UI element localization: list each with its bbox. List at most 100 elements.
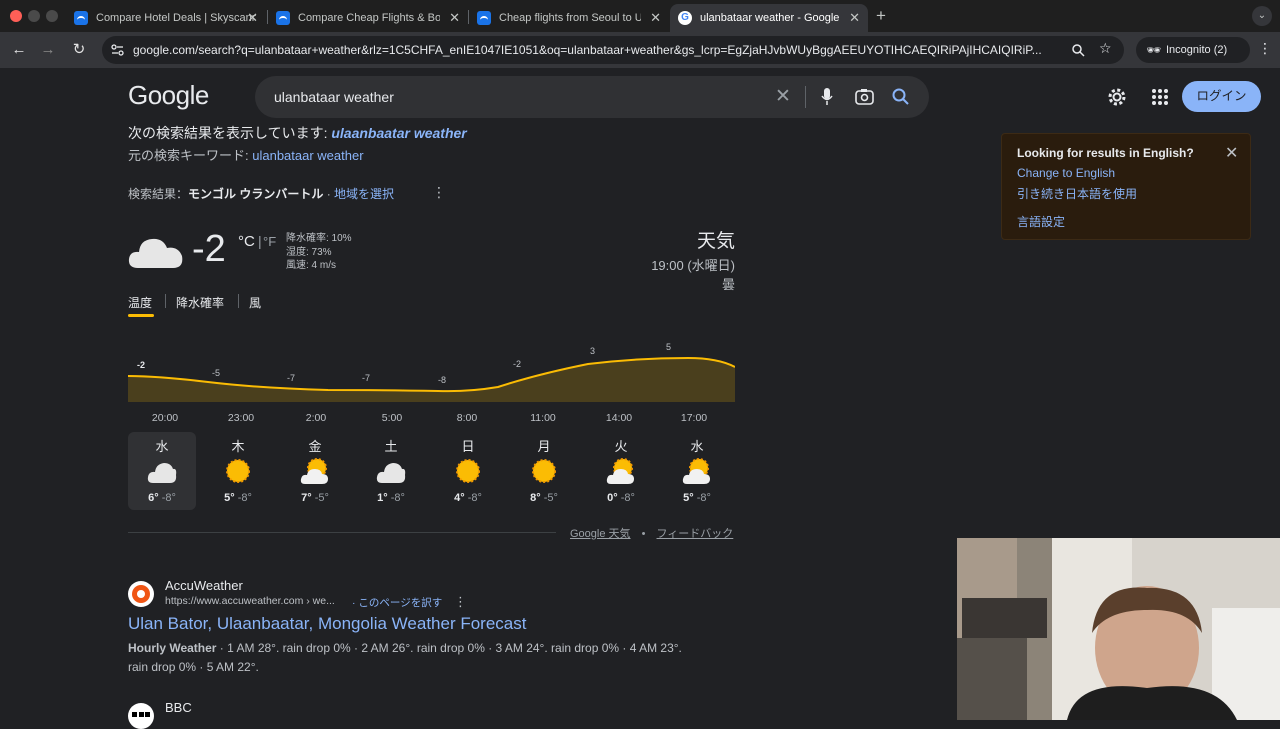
bookmark-star-icon[interactable]: ☆ bbox=[1099, 40, 1112, 57]
search-box[interactable]: ulanbataar weather ✕ bbox=[255, 76, 929, 118]
day-name: 日 bbox=[461, 439, 475, 454]
result-title-link[interactable]: Ulan Bator, Ulaanbaatar, Mongolia Weathe… bbox=[128, 614, 526, 634]
location-line: 検索結果：モンゴル ウランバートル · 地域を選択 bbox=[128, 185, 394, 202]
close-tab-icon[interactable]: ✕ bbox=[449, 10, 460, 26]
chart-label: -2 bbox=[137, 360, 145, 370]
continue-japanese-link[interactable]: 引き続き日本語を使用 bbox=[1017, 185, 1137, 202]
skyscanner-icon bbox=[74, 11, 88, 25]
result-url[interactable]: https://www.accuweather.com › we... bbox=[165, 595, 335, 607]
close-tab-icon[interactable]: ✕ bbox=[849, 10, 860, 26]
incognito-icon: 🕶 bbox=[1146, 43, 1162, 57]
day-low: -8° bbox=[620, 492, 635, 504]
day-name: 土 bbox=[384, 439, 398, 454]
browser-menu-icon[interactable]: ⋮ bbox=[1258, 40, 1272, 57]
clear-search-icon[interactable]: ✕ bbox=[775, 85, 791, 108]
tab-temperature[interactable]: 温度 bbox=[128, 294, 152, 311]
day-temps: 8° -5° bbox=[510, 492, 578, 504]
login-button[interactable]: ログイン bbox=[1182, 81, 1261, 112]
maximize-window-icon[interactable] bbox=[46, 10, 58, 22]
google-apps-icon[interactable] bbox=[1152, 89, 1168, 105]
tab-skyscanner-seoul[interactable]: Cheap flights from Seoul to U ✕ bbox=[469, 4, 669, 32]
close-tab-icon[interactable]: ✕ bbox=[650, 10, 661, 26]
accuweather-favicon bbox=[128, 581, 154, 607]
reload-icon[interactable]: ↻ bbox=[68, 39, 90, 61]
close-popup-icon[interactable]: ✕ bbox=[1225, 143, 1238, 163]
forecast-day[interactable]: 水 6° -8° bbox=[128, 432, 196, 510]
day-high: 4° bbox=[454, 492, 465, 504]
sunny-icon bbox=[226, 459, 250, 483]
incognito-indicator[interactable]: 🕶 Incognito (2) bbox=[1136, 37, 1250, 63]
result-snippet: Hourly Weather · 1 AM 28°. rain drop 0% … bbox=[128, 639, 738, 677]
current-temperature: -2 bbox=[192, 228, 226, 270]
day-high: 5° bbox=[224, 492, 235, 504]
result-options-icon[interactable]: ⋮ bbox=[454, 594, 467, 610]
celsius-toggle[interactable]: °C bbox=[238, 233, 255, 250]
result-site-name[interactable]: AccuWeather bbox=[165, 578, 243, 593]
forecast-day[interactable]: 日 4° -8° bbox=[434, 432, 502, 510]
day-name: 月 bbox=[537, 439, 551, 454]
chart-label: -7 bbox=[362, 373, 370, 383]
language-popup: Looking for results in English? ✕ Change… bbox=[1001, 133, 1251, 240]
fahrenheit-toggle[interactable]: °F bbox=[263, 234, 276, 249]
lens-search-icon[interactable] bbox=[855, 88, 874, 105]
settings-gear-icon[interactable] bbox=[1106, 86, 1128, 108]
unit-separator: | bbox=[258, 233, 262, 249]
back-icon[interactable]: ← bbox=[8, 39, 30, 61]
forecast-day[interactable]: 土 1° -8° bbox=[357, 432, 425, 510]
snippet-text: · 1 AM 28°. rain drop 0% · 2 AM 26°. rai… bbox=[216, 641, 682, 655]
new-tab-icon[interactable]: + bbox=[876, 6, 886, 26]
change-to-english-link[interactable]: Change to English bbox=[1017, 166, 1115, 180]
cloudy-icon bbox=[376, 463, 406, 483]
address-bar[interactable]: google.com/search?q=ulanbataar+weather&r… bbox=[102, 36, 1124, 64]
day-temps: 4° -8° bbox=[434, 492, 502, 504]
day-temps: 1° -8° bbox=[357, 492, 425, 504]
voice-search-icon[interactable] bbox=[821, 88, 833, 106]
minimize-window-icon[interactable] bbox=[28, 10, 40, 22]
more-options-icon[interactable]: ⋮ bbox=[432, 184, 446, 201]
day-name: 水 bbox=[690, 439, 704, 454]
day-low: -8° bbox=[237, 492, 252, 504]
close-tab-icon[interactable]: ✕ bbox=[247, 10, 258, 26]
tab-skyscanner-flights[interactable]: Compare Cheap Flights & Book ✕ bbox=[268, 4, 468, 32]
precipitation-text: 降水確率: 10% bbox=[286, 233, 352, 244]
skyscanner-icon bbox=[276, 11, 290, 25]
zoom-icon[interactable] bbox=[1072, 44, 1085, 57]
day-name: 水 bbox=[155, 439, 169, 454]
feedback-link[interactable]: フィードバック bbox=[657, 528, 734, 540]
day-high: 8° bbox=[530, 492, 541, 504]
google-logo[interactable]: Google bbox=[128, 80, 209, 111]
chart-label: -2 bbox=[513, 359, 521, 369]
forecast-day[interactable]: 木 5° -8° bbox=[204, 432, 272, 510]
original-query-link[interactable]: ulanbataar weather bbox=[252, 148, 363, 163]
translate-page-link[interactable]: · このページを訳す bbox=[352, 595, 442, 610]
forecast-day[interactable]: 金 7° -5° bbox=[281, 432, 349, 510]
day-low: -5° bbox=[314, 492, 329, 504]
hour-label: 8:00 bbox=[456, 412, 478, 424]
tab-precipitation[interactable]: 降水確率 bbox=[176, 294, 224, 311]
tab-search-icon[interactable]: ⌄ bbox=[1252, 6, 1272, 26]
forecast-day[interactable]: 火 0° -8° bbox=[587, 432, 655, 510]
tab-wind[interactable]: 風 bbox=[249, 294, 261, 311]
day-low: -8° bbox=[161, 492, 176, 504]
search-icon[interactable] bbox=[892, 88, 910, 106]
close-window-icon[interactable] bbox=[10, 10, 22, 22]
select-region-link[interactable]: 地域を選択 bbox=[334, 187, 394, 201]
result-site-name[interactable]: BBC bbox=[165, 700, 192, 715]
tab-google-search[interactable]: G ulanbataar weather - Google ✕ bbox=[670, 4, 868, 32]
wind-text: 風速: 4 m/s bbox=[286, 260, 337, 271]
search-input[interactable]: ulanbataar weather bbox=[274, 89, 394, 105]
site-info-icon[interactable] bbox=[111, 44, 124, 56]
forecast-day[interactable]: 水 5° -8° bbox=[663, 432, 731, 510]
google-weather-link[interactable]: Google 天気 bbox=[570, 528, 631, 540]
humidity-text: 湿度: 73% bbox=[286, 246, 332, 258]
corrected-query-link[interactable]: ulaanbaatar weather bbox=[331, 125, 466, 141]
day-temps: 5° -8° bbox=[204, 492, 272, 504]
tab-skyscanner-hotels[interactable]: Compare Hotel Deals | Skyscanner ✕ bbox=[66, 4, 266, 32]
forward-icon[interactable]: → bbox=[37, 39, 59, 61]
day-high: 5° bbox=[683, 492, 694, 504]
language-settings-link[interactable]: 言語設定 bbox=[1017, 213, 1065, 230]
tab-title: Compare Cheap Flights & Book bbox=[298, 12, 440, 24]
forecast-day[interactable]: 月 8° -5° bbox=[510, 432, 578, 510]
webcam-image bbox=[957, 538, 1280, 720]
url-text[interactable]: google.com/search?q=ulanbataar+weather&r… bbox=[133, 43, 1063, 57]
